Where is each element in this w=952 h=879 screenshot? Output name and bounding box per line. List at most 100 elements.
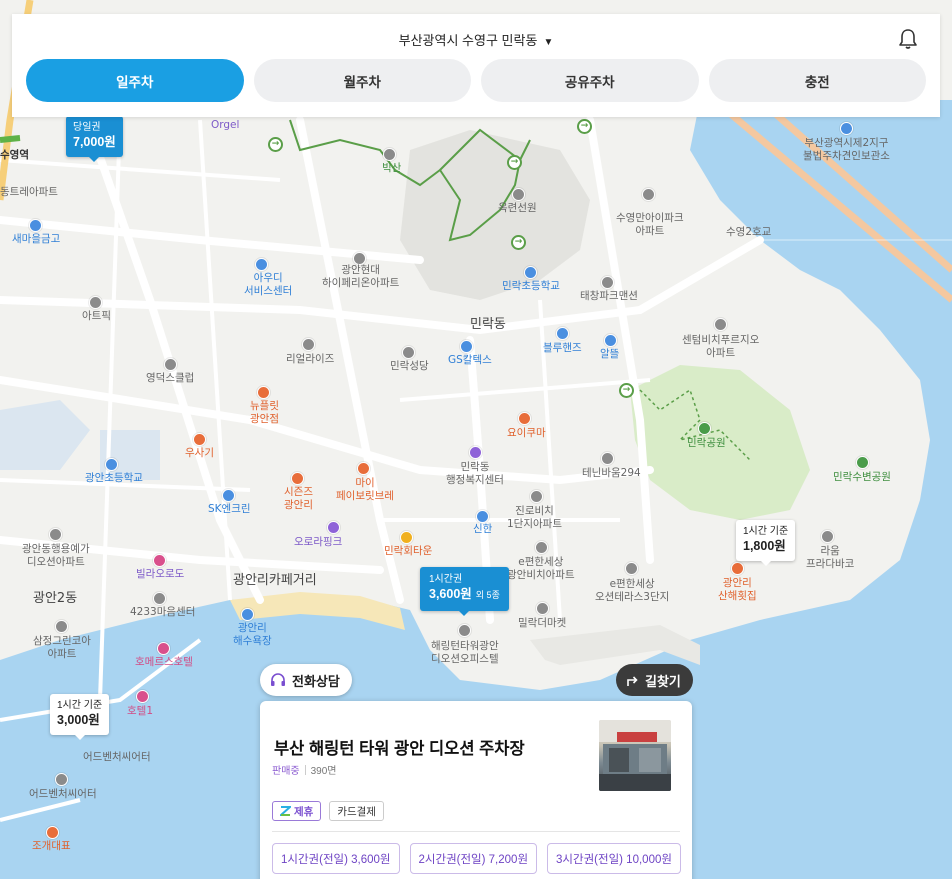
partner-badge-label: 제휴: [294, 805, 314, 818]
space-count: 390면: [310, 766, 337, 777]
trail-arrow-icon: →: [507, 155, 522, 170]
place-label: 민락동 행정복지센터: [446, 461, 504, 486]
cafe-icon: [357, 462, 370, 475]
phone-consult-button[interactable]: 전화상담: [260, 664, 352, 696]
cafe-icon: [193, 433, 206, 446]
card-payment-badge: 카드결제: [329, 801, 384, 821]
place-label: 민락회타운: [384, 545, 433, 557]
place-label: 광안리 해수욕장: [233, 622, 272, 647]
ticket-option[interactable]: 3시간권(전일) 10,000원: [547, 843, 681, 874]
building-icon: [625, 562, 638, 575]
building-icon: [601, 276, 614, 289]
place-label: 뉴플릿 광안점: [250, 400, 279, 425]
parking-photo-image: [599, 720, 671, 791]
parking-marker[interactable]: 당일권 7,000원: [66, 116, 123, 162]
place-label: 민락공원: [687, 437, 726, 449]
building-icon: [601, 452, 614, 465]
place-label: 어드벤처씨어터: [83, 751, 151, 763]
car-service-icon: [255, 258, 268, 271]
hotel-icon: [157, 642, 170, 655]
tab-monthly[interactable]: 월주차: [253, 59, 471, 102]
place-label: 동트레아파트: [0, 186, 58, 198]
hotel-icon: [136, 690, 149, 703]
sale-status: 판매중: [272, 766, 300, 777]
meta-divider: [304, 765, 306, 775]
place-label: 빅산: [382, 162, 402, 174]
poi-icon: [383, 148, 396, 161]
directions-button[interactable]: 길찾기: [616, 664, 693, 696]
bell-icon[interactable]: [898, 28, 918, 50]
tab-charging[interactable]: 충전: [708, 59, 926, 102]
place-label: 광안리 산해횟집: [718, 577, 757, 602]
restaurant-icon: [46, 826, 59, 839]
place-label: 아우디 서비스센터: [244, 272, 293, 297]
location-label: 부산광역시 수영구 민락동: [398, 33, 538, 48]
building-icon: [714, 318, 727, 331]
area-label-cafe-street: 광안리카페거리: [233, 573, 317, 588]
place-label: 알뜰: [600, 348, 620, 360]
building-icon: [535, 541, 548, 554]
parking-marker-extra: 외 5종: [475, 590, 500, 600]
building-icon: [89, 296, 102, 309]
place-label: 민락초등학교: [502, 280, 560, 292]
parking-marker[interactable]: 1시간 기준 1,800원: [736, 520, 796, 566]
parking-lot-photo[interactable]: [599, 720, 671, 791]
building-icon: [642, 188, 655, 201]
building-icon: [530, 490, 543, 503]
parking-lot-card[interactable]: 부산 해링턴 타워 광안 디오션 주차장 판매중 390면 제휴 카드결제 1시간…: [260, 701, 692, 879]
place-label: 테닌바움294: [582, 467, 641, 479]
ticket-option[interactable]: 1시간권(전일) 3,600원: [272, 843, 400, 874]
tab-shared[interactable]: 공유주차: [481, 59, 699, 102]
restaurant-icon: [400, 531, 413, 544]
parking-marker-selected[interactable]: 1시간권 3,600원 외 5종: [420, 567, 509, 616]
place-label: 광안동행용예가 디오션아파트: [22, 543, 90, 568]
park-icon: [856, 456, 869, 469]
beach-icon: [241, 608, 254, 621]
parking-lot-name: 부산 해링턴 타워 광안 디오션 주차장: [274, 740, 525, 758]
place-label: 4233마음센터: [130, 606, 196, 618]
place-label: 수영만아이파크 아파트: [616, 212, 684, 237]
parking-marker-type: 1시간 기준: [57, 700, 103, 711]
place-label: GS칼텍스: [448, 354, 492, 366]
ticket-list: 1시간권(전일) 3,600원 2시간권(전일) 7,200원 3시간권(전일)…: [272, 843, 681, 874]
hotel-icon: [153, 554, 166, 567]
partner-badge: 제휴: [272, 801, 322, 821]
place-label: 신한: [473, 523, 493, 535]
building-icon: [821, 530, 834, 543]
place-label: 새마을금고: [12, 233, 61, 245]
shop-icon: [327, 521, 340, 534]
restaurant-icon: [518, 412, 531, 425]
parking-marker-price: 7,000원: [73, 135, 116, 149]
directions-label: 길찾기: [645, 673, 681, 689]
building-icon: [458, 624, 471, 637]
parking-marker[interactable]: 1시간 기준 3,000원: [50, 694, 110, 740]
school-icon: [105, 458, 118, 471]
building-icon: [55, 773, 68, 786]
area-label-minrak: 민락동: [470, 317, 506, 332]
location-selector[interactable]: 부산광역시 수영구 민락동 ▼: [12, 30, 940, 49]
parking-lot-meta: 판매중 390면: [272, 762, 337, 777]
church-icon: [402, 346, 415, 359]
top-panel: 부산광역시 수영구 민락동 ▼ 일주차 월주차 공유주차 충전: [12, 14, 940, 117]
place-label: 수영역: [0, 149, 29, 161]
place-label: 민락수변공원: [833, 471, 891, 483]
place-label: 호메르스호텔: [135, 656, 193, 668]
phone-consult-label: 전화상담: [292, 673, 340, 689]
place-label: Orgel: [211, 119, 240, 131]
restaurant-icon: [291, 472, 304, 485]
place-label: 태창파크맨션: [580, 290, 638, 302]
place-label: 조개대표: [32, 840, 71, 852]
place-label: SK엔크린: [208, 503, 251, 515]
trail-arrow-icon: →: [619, 383, 634, 398]
caret-down-icon: ▼: [543, 37, 554, 48]
place-label: 민락성당: [390, 360, 429, 372]
place-label: 우사기: [185, 447, 214, 459]
trail-arrow-icon: →: [268, 137, 283, 152]
card-divider: [272, 831, 680, 832]
building-icon: [153, 592, 166, 605]
restaurant-icon: [731, 562, 744, 575]
restaurant-icon: [257, 386, 270, 399]
ticket-option[interactable]: 2시간권(전일) 7,200원: [409, 843, 538, 874]
place-label: 영덕스클럽: [146, 372, 195, 384]
tab-daily[interactable]: 일주차: [26, 59, 244, 102]
